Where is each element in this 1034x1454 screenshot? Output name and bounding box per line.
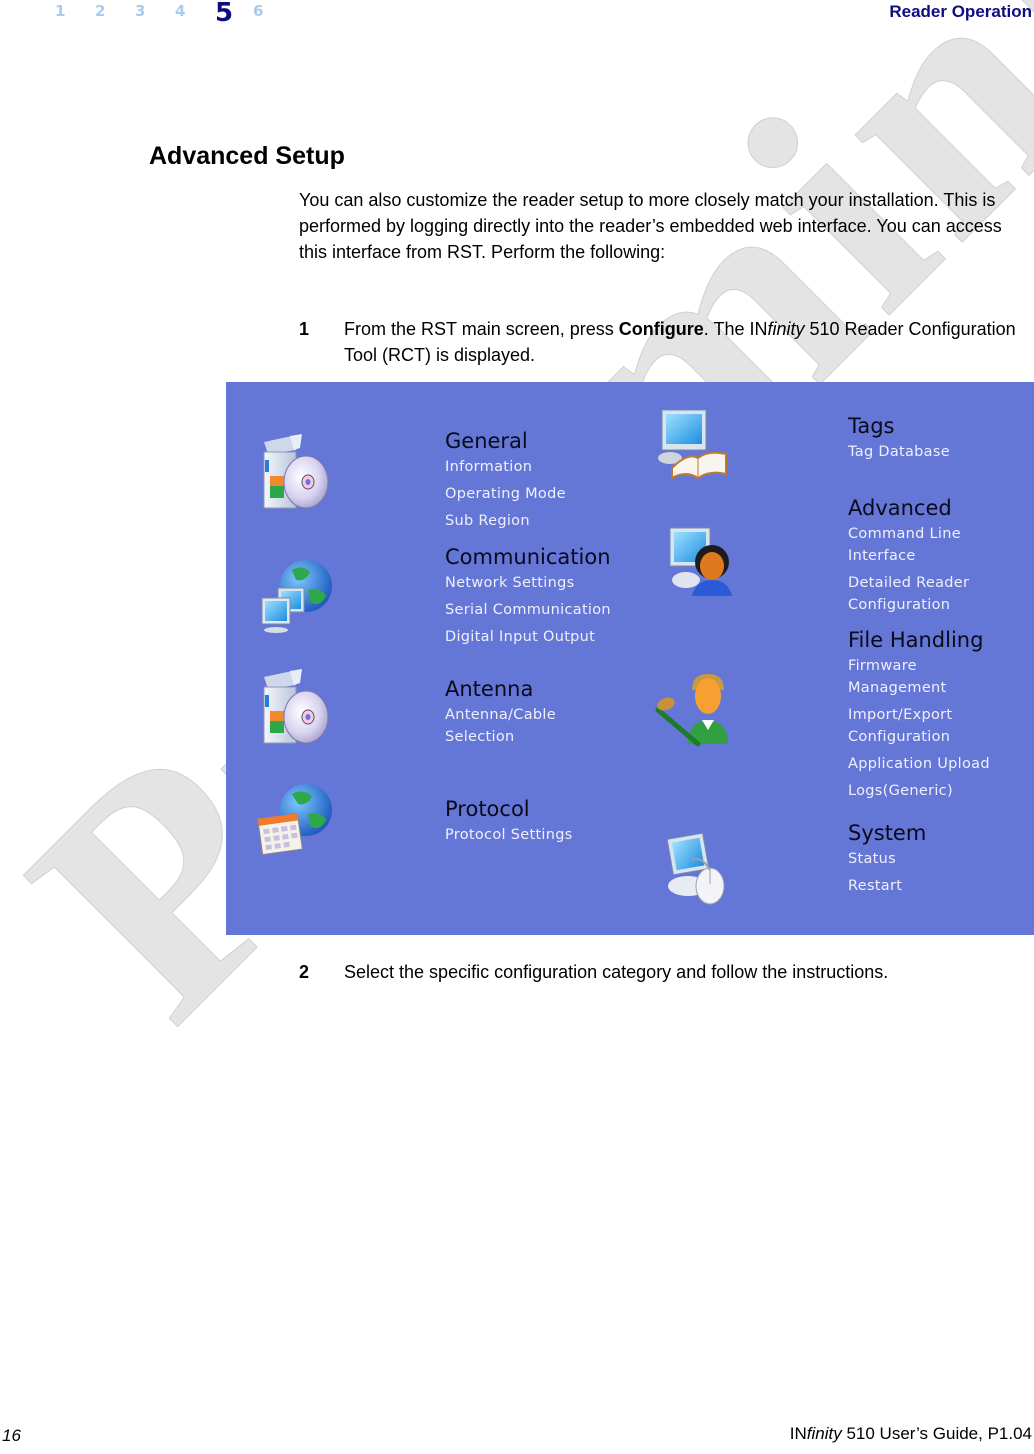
- section-title: Advanced Setup: [149, 142, 345, 170]
- step-text-part: . The IN: [703, 319, 768, 339]
- rct-group-tags: Tags Tag Database: [848, 413, 950, 463]
- rct-group-title: Advanced: [848, 496, 952, 520]
- rct-link-digital-input-output[interactable]: Digital Input Output: [445, 626, 611, 648]
- network-globe-computers-icon: [261, 560, 332, 633]
- user-edit-icon: [655, 674, 728, 747]
- rct-group-general: General Information Operating Mode Sub R…: [445, 428, 566, 532]
- chapter-4-link[interactable]: 4: [175, 2, 215, 20]
- rct-group-title: General: [445, 429, 528, 453]
- rct-link-command-line-interface[interactable]: Command Line Interface: [848, 523, 978, 567]
- intro-paragraph: You can also customize the reader setup …: [299, 190, 1002, 262]
- rct-group-protocol: Protocol Protocol Settings: [445, 796, 573, 846]
- rct-link-detailed-reader-configuration[interactable]: Detailed Reader Configuration: [848, 572, 978, 616]
- rct-group-title: Protocol: [445, 797, 530, 821]
- chapter-6-link[interactable]: 6: [253, 2, 293, 20]
- step-text: From the RST main screen, press Configur…: [344, 316, 1029, 368]
- rct-link-application-upload[interactable]: Application Upload: [848, 753, 1018, 775]
- rct-link-operating-mode[interactable]: Operating Mode: [445, 483, 566, 505]
- configure-keyword: Configure: [618, 319, 704, 339]
- brand-italic: finity: [767, 319, 805, 339]
- software-box-cd-icon: [263, 669, 329, 744]
- rct-group-antenna: Antenna Antenna/Cable Selection: [445, 676, 585, 748]
- rct-link-status[interactable]: Status: [848, 848, 926, 870]
- rct-group-file-handling: File Handling Firmware Management Import…: [848, 627, 1018, 802]
- step-1: 1 From the RST main screen, press Config…: [299, 316, 1029, 368]
- rct-link-network-settings[interactable]: Network Settings: [445, 572, 611, 594]
- globe-calendar-icon: [257, 784, 332, 856]
- rct-group-system: System Status Restart: [848, 820, 926, 897]
- footer-title-rest: 510 User’s Guide, P1.04: [841, 1424, 1032, 1443]
- chapter-5-link-active[interactable]: 5: [215, 0, 253, 28]
- footer-brand-italic: finity: [806, 1424, 842, 1443]
- rct-group-title: File Handling: [848, 628, 984, 652]
- rct-screenshot: General Information Operating Mode Sub R…: [226, 382, 1034, 935]
- rct-link-antenna-cable-selection[interactable]: Antenna/Cable Selection: [445, 704, 575, 748]
- computer-mouse-icon: [666, 832, 725, 905]
- computer-user-icon: [669, 527, 732, 596]
- rct-link-protocol-settings[interactable]: Protocol Settings: [445, 824, 573, 846]
- rct-link-tag-database[interactable]: Tag Database: [848, 441, 950, 463]
- computer-book-icon: [658, 409, 727, 480]
- rct-group-communication: Communication Network Settings Serial Co…: [445, 544, 611, 648]
- header-section-name: Reader Operation: [889, 2, 1032, 21]
- rct-link-serial-communication[interactable]: Serial Communication: [445, 599, 611, 621]
- rct-group-advanced: Advanced Command Line Interface Detailed…: [848, 495, 998, 621]
- chapter-1-link[interactable]: 1: [55, 2, 95, 20]
- rct-group-title: System: [848, 821, 927, 845]
- rct-group-title: Communication: [445, 545, 611, 569]
- rct-group-title: Tags: [848, 414, 895, 438]
- rct-link-sub-region[interactable]: Sub Region: [445, 510, 566, 532]
- footer-document-title: INfinity 510 User’s Guide, P1.04: [790, 1424, 1032, 1444]
- rct-link-logs-generic[interactable]: Logs(Generic): [848, 780, 1018, 802]
- rct-link-import-export-configuration[interactable]: Import/Export Configuration: [848, 704, 968, 748]
- footer-brand-prefix: IN: [789, 1424, 807, 1443]
- rct-link-firmware-management[interactable]: Firmware Management: [848, 655, 958, 699]
- software-box-cd-icon: [263, 434, 329, 509]
- rct-group-title: Antenna: [445, 677, 534, 701]
- chapter-navigation: 1 2 3 4 5 6: [55, 0, 293, 30]
- rct-link-restart[interactable]: Restart: [848, 875, 926, 897]
- step-2: 2 Select the specific configuration cate…: [299, 959, 1029, 985]
- rct-link-information[interactable]: Information: [445, 456, 566, 478]
- step-text-part: From the RST main screen, press: [344, 319, 619, 339]
- step-number: 1: [299, 319, 310, 339]
- page-number: 16: [2, 1426, 21, 1445]
- chapter-2-link[interactable]: 2: [95, 2, 135, 20]
- step-text: Select the specific configuration catego…: [344, 962, 889, 982]
- chapter-3-link[interactable]: 3: [135, 2, 175, 20]
- step-number: 2: [299, 962, 310, 982]
